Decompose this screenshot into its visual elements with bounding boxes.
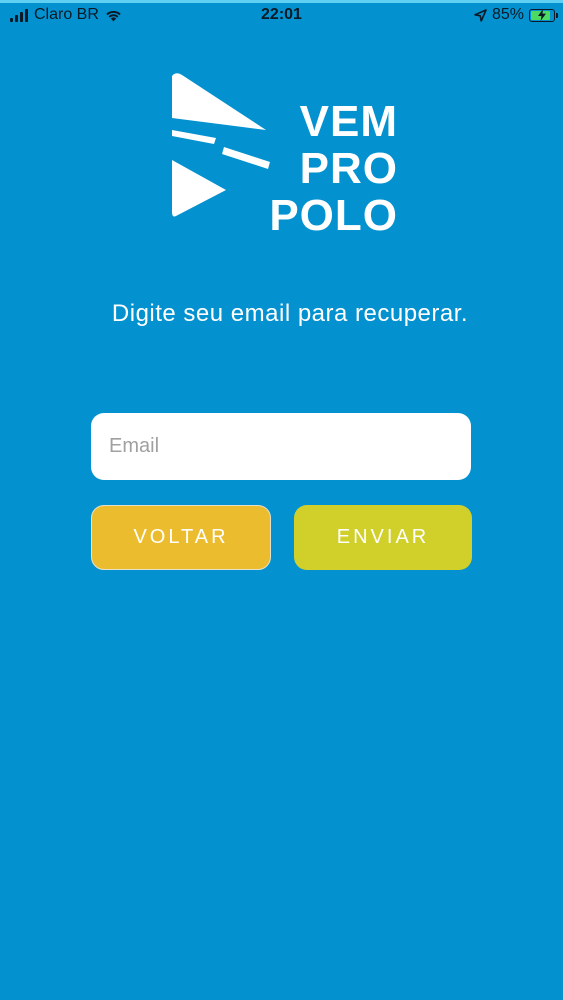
logo-line-2: PRO — [299, 144, 398, 193]
vem-pro-polo-logo: VEM PRO POLO — [166, 72, 398, 239]
status-bar-accent-line — [0, 0, 563, 3]
location-arrow-icon — [474, 8, 487, 22]
battery-percent: 85% — [491, 6, 524, 23]
status-bar-right: 85% — [474, 5, 558, 25]
recovery-instructions: Digite seu email para recuperar. — [111, 300, 469, 327]
back-button[interactable]: VOLTAR — [91, 505, 271, 570]
logo-line-3: POLO — [269, 191, 398, 240]
email-input[interactable] — [91, 413, 471, 480]
send-button[interactable]: ENVIAR — [294, 505, 472, 570]
logo-line-1: VEM — [299, 97, 398, 146]
status-bar: Claro BR 22:01 85% — [0, 0, 563, 30]
logo-wordmark: VEM PRO POLO — [252, 98, 398, 239]
battery-charging-icon — [529, 8, 558, 22]
charging-bolt-icon — [538, 8, 546, 21]
